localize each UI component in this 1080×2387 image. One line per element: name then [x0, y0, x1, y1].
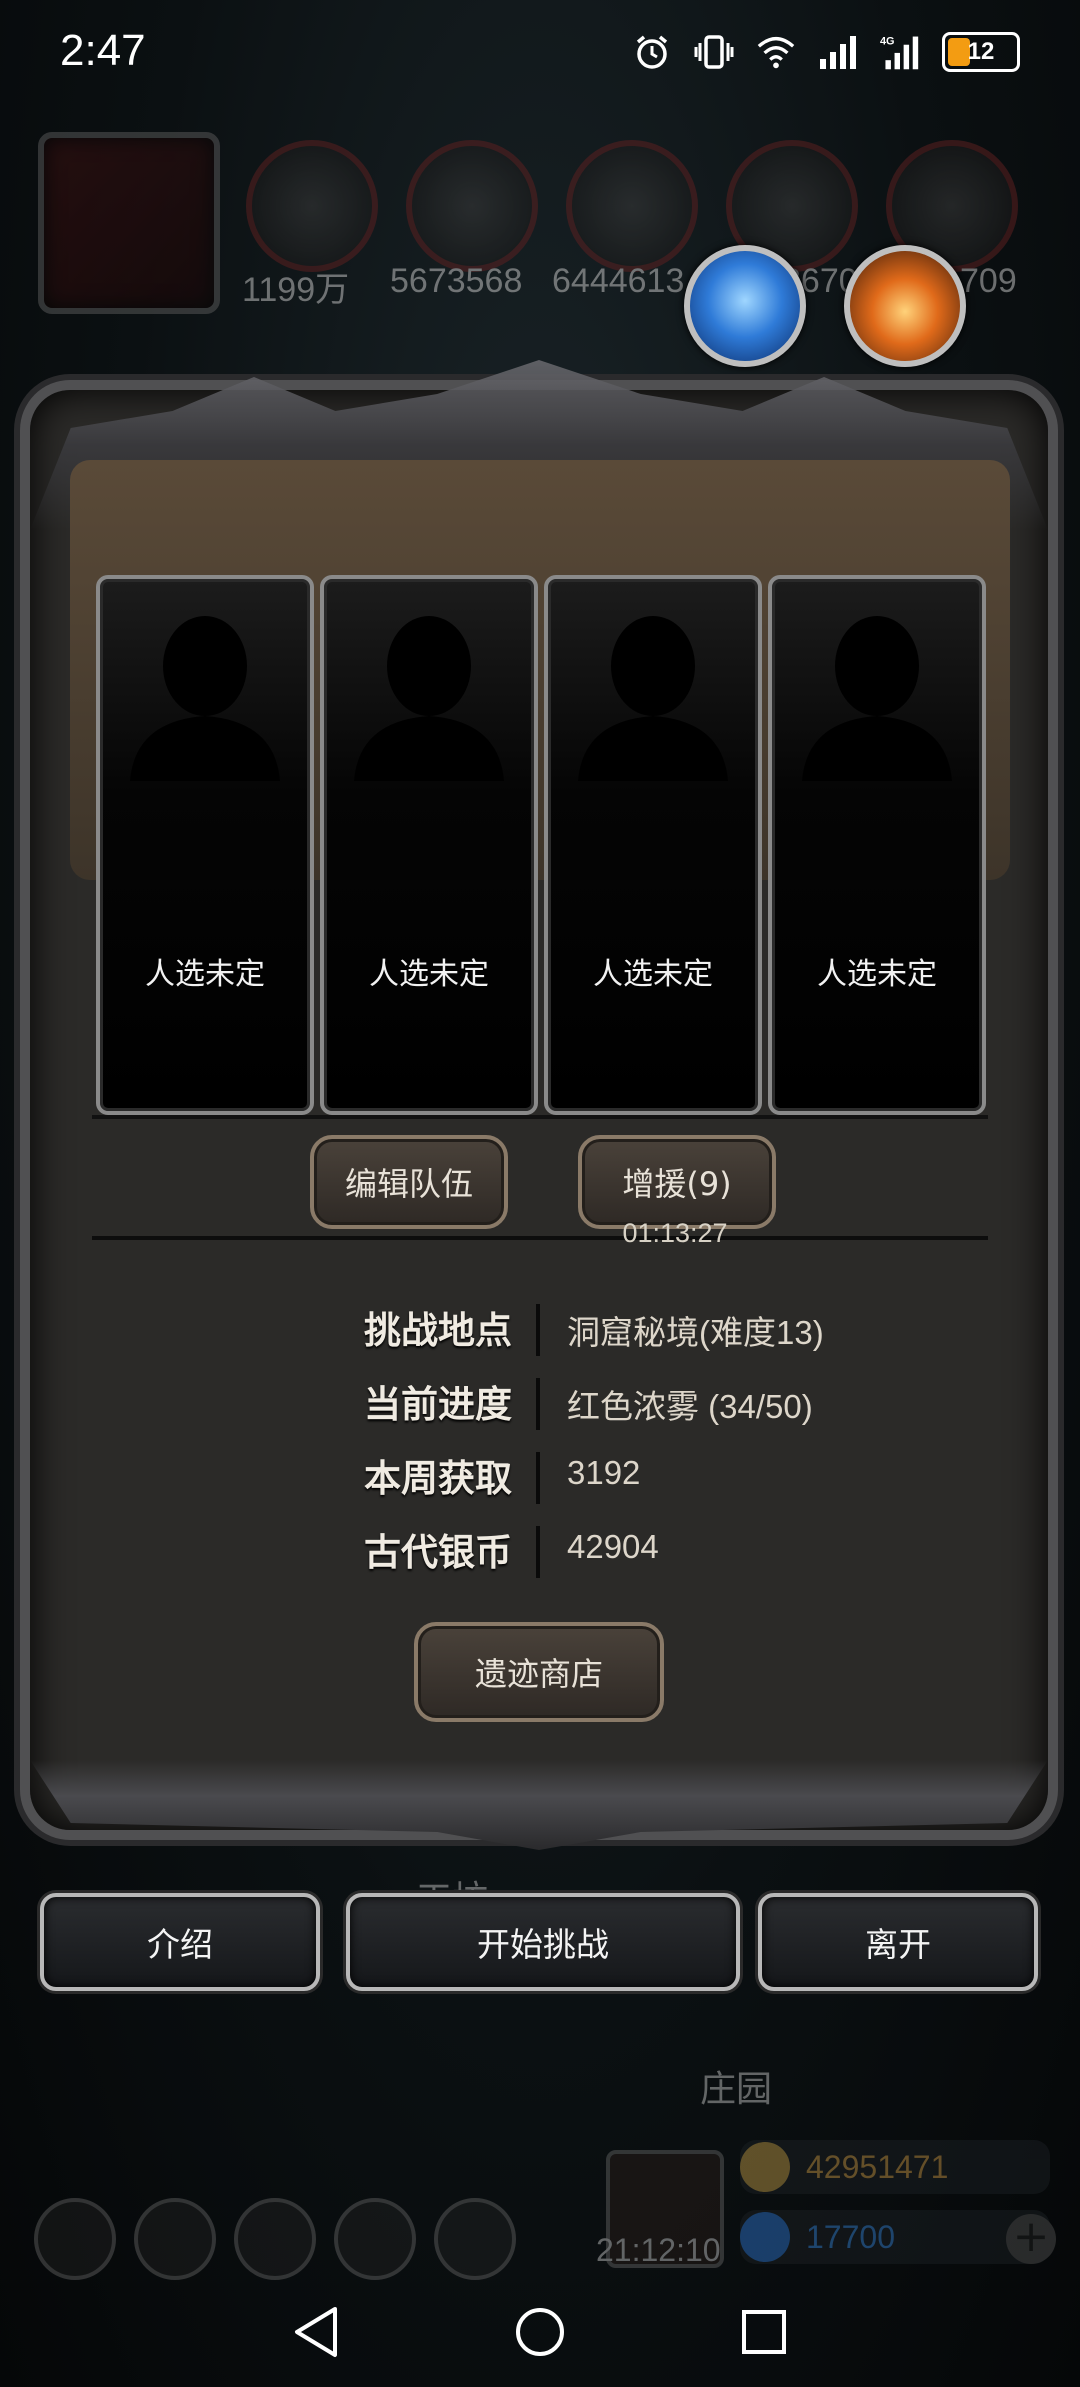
team-slot[interactable]: 人选未定 — [544, 575, 762, 1115]
gem-currency: 17700 — [740, 2210, 1050, 2264]
info-row: 当前进度 红色浓雾 (34/50) — [0, 1374, 1080, 1434]
team-slot[interactable]: 人选未定 — [768, 575, 986, 1115]
info-value: 红色浓雾 (34/50) — [567, 1388, 813, 1425]
silhouette-icon — [802, 616, 952, 781]
ore-resource-icon — [246, 140, 378, 272]
info-value: 洞窟秘境(难度13) — [567, 1314, 824, 1351]
silhouette-icon — [354, 616, 504, 781]
gold-currency: 42951471 — [740, 2140, 1050, 2194]
start-challenge-button[interactable]: 开始挑战 — [346, 1893, 740, 1991]
info-separator — [536, 1452, 540, 1504]
team-slot[interactable]: 人选未定 — [96, 575, 314, 1115]
slots-divider — [92, 1115, 988, 1119]
relic-shop-button[interactable]: 遗迹商店 — [414, 1622, 664, 1722]
panel-divider — [92, 1236, 988, 1240]
info-value: 42904 — [567, 1528, 659, 1565]
stone-resource-icon — [566, 140, 698, 272]
info-separator — [536, 1304, 540, 1356]
add-currency-icon[interactable]: + — [1006, 2214, 1056, 2264]
info-separator — [536, 1526, 540, 1578]
back-icon[interactable] — [286, 2302, 346, 2362]
info-separator — [536, 1378, 540, 1430]
achievement-icon[interactable] — [134, 2198, 216, 2280]
silhouette-icon — [130, 616, 280, 781]
enemy-detect-icon — [684, 245, 806, 367]
slot-label: 人选未定 — [817, 957, 937, 992]
wifi-icon — [756, 32, 796, 72]
info-key: 当前进度 — [364, 1383, 512, 1426]
bag-icon[interactable] — [434, 2198, 516, 2280]
gem-icon — [740, 2212, 790, 2262]
team-status-icon — [844, 245, 966, 367]
slot-label: 人选未定 — [593, 957, 713, 992]
manor-label: 庄园 — [700, 2069, 773, 2110]
gold-value: 42951471 — [806, 2148, 949, 2185]
status-bar: 2:47 4G 12 — [0, 0, 1080, 110]
svg-text:4G: 4G — [880, 36, 895, 48]
reinforce-timer: 01:13:27 — [622, 1218, 728, 1248]
info-key: 古代银币 — [364, 1531, 512, 1574]
home-icon[interactable] — [510, 2302, 570, 2362]
gem-value: 17700 — [806, 2218, 895, 2255]
wood-resource-icon — [406, 140, 538, 272]
info-row: 挑战地点 洞窟秘境(难度13) — [0, 1300, 1080, 1360]
status-time: 2:47 — [60, 26, 146, 75]
edit-team-button[interactable]: 编辑队伍 — [310, 1135, 508, 1229]
recents-icon[interactable] — [734, 2302, 794, 2362]
resource-value: 6444613 — [552, 262, 685, 300]
settings-icon[interactable] — [34, 2198, 116, 2280]
system-nav-bar — [0, 2280, 1080, 2387]
building-icon[interactable] — [234, 2198, 316, 2280]
resource-value: 1199万 — [242, 271, 350, 309]
game-clock: 21:12:10 — [596, 2232, 721, 2268]
battery-level: 12 — [967, 38, 995, 65]
alarm-icon — [632, 32, 672, 72]
info-row: 本周获取 3192 — [0, 1448, 1080, 1508]
resource-value: 5673568 — [390, 262, 523, 300]
silhouette-icon — [578, 616, 728, 781]
signal-4g-icon: 4G — [880, 32, 920, 72]
info-key: 本周获取 — [364, 1457, 512, 1500]
info-value: 3192 — [567, 1454, 641, 1491]
info-row: 古代银币 42904 — [0, 1522, 1080, 1582]
team-slot[interactable]: 人选未定 — [320, 575, 538, 1115]
status-icons: 4G 12 — [632, 32, 1020, 72]
vibrate-icon — [694, 32, 734, 72]
player-portrait[interactable] — [38, 132, 220, 314]
intro-button[interactable]: 介绍 — [40, 1893, 320, 1991]
info-key: 挑战地点 — [364, 1309, 512, 1352]
reinforce-button[interactable]: 增援(9) — [578, 1135, 776, 1229]
leave-button[interactable]: 离开 — [758, 1893, 1038, 1991]
gold-coin-icon — [740, 2142, 790, 2192]
team-slots: 人选未定 人选未定 人选未定 人选未定 — [96, 575, 986, 1115]
signal-icon — [818, 32, 858, 72]
slot-label: 人选未定 — [369, 957, 489, 992]
mail-icon[interactable] — [334, 2198, 416, 2280]
slot-label: 人选未定 — [145, 957, 265, 992]
battery-icon: 12 — [942, 32, 1020, 72]
